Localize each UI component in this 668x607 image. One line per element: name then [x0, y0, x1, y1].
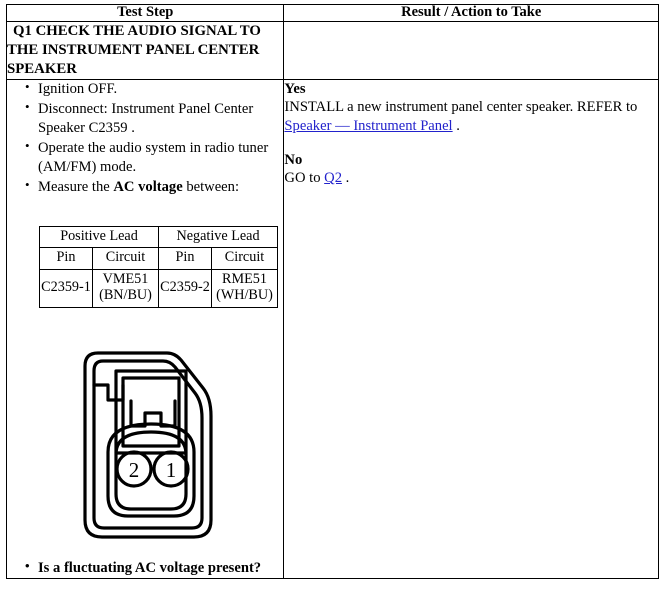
yes-label: Yes [284, 80, 306, 97]
pin-value-positive: C2359-1 [39, 269, 93, 309]
list-item: Measure the AC voltage between: [25, 177, 283, 197]
q1-title-cell: Q1 CHECK THE AUDIO SIGNAL TO THE INSTRUM… [5, 20, 285, 80]
test-question-list: Is a fluctuating AC voltage present? [7, 558, 283, 578]
pin-table-lead-header-row: Positive Lead Negative Lead [39, 225, 279, 249]
answer-spacer [284, 136, 658, 151]
step-text-1: Ignition OFF. [38, 80, 118, 97]
step-text-4-prefix: Measure the [38, 178, 114, 195]
pin-label-1: 1 [166, 458, 177, 482]
q1-title-line-3: SPEAKER [7, 60, 77, 77]
no-instruction: GO to Q2 . [284, 169, 658, 188]
list-item: Operate the audio system in radio tuner … [25, 138, 283, 177]
link-speaker-instrument-panel[interactable]: Speaker — Instrument Panel [284, 118, 452, 134]
list-item: Is a fluctuating AC voltage present? [25, 558, 283, 578]
pin-value-negative: C2359-2 [158, 269, 212, 309]
step-text-3: Operate the audio system in radio tuner … [38, 139, 269, 175]
no-label: No [284, 151, 303, 168]
link-q2[interactable]: Q2 [324, 170, 342, 186]
diagnostic-procedure-page: Test Step Result / Action to Take Q1 CHE… [0, 0, 668, 607]
pin-table-sub-header-row: Pin Circuit Pin Circuit [39, 247, 279, 271]
q1-title-line-2: THE INSTRUMENT PANEL CENTER [7, 41, 260, 58]
result-action-content: Yes INSTALL a new instrument panel cente… [283, 78, 659, 580]
step-text-2: Disconnect: Instrument Panel Center Spea… [38, 100, 254, 136]
q1-title-line-1: Q1 CHECK THE AUDIO SIGNAL TO [13, 22, 261, 39]
table-header-row: Test Step Result / Action to Take [5, 4, 659, 22]
diagnostic-table: Test Step Result / Action to Take Q1 CHE… [5, 4, 659, 580]
header-result-action: Result / Action to Take [283, 4, 659, 22]
connector-c2359-diagram: 2 1 [83, 351, 213, 539]
table-row: C2359-1 VME51 (BN/BU) C2359-2 RME51 (WH/… [39, 269, 279, 309]
pin-header-negative-lead: Negative Lead [157, 225, 279, 249]
circuit-value-positive: VME51 (BN/BU) [92, 269, 159, 309]
list-item: Disconnect: Instrument Panel Center Spea… [25, 99, 283, 138]
q1-title-row: Q1 CHECK THE AUDIO SIGNAL TO THE INSTRUM… [5, 20, 659, 80]
test-question-text: Is a fluctuating AC voltage present? [38, 560, 262, 577]
pin-header-positive-lead: Positive Lead [39, 225, 159, 249]
q1-title-right-empty [283, 20, 659, 80]
pin-subheader-pin-negative: Pin [158, 247, 212, 271]
test-step-content: Ignition OFF. Disconnect: Instrument Pan… [5, 78, 285, 580]
pin-circuit-table: Positive Lead Negative Lead Pin Circuit … [39, 225, 279, 309]
no-text-after: . [342, 170, 350, 187]
pin-label-2: 2 [129, 458, 140, 482]
header-test-step: Test Step [5, 4, 285, 22]
test-step-list: Ignition OFF. Disconnect: Instrument Pan… [7, 79, 283, 197]
pin-subheader-circuit-negative: Circuit [210, 247, 279, 271]
yes-text-before: INSTALL a new instrument panel center sp… [284, 99, 638, 116]
q1-body-row: Ignition OFF. Disconnect: Instrument Pan… [5, 78, 659, 580]
circuit-value-negative: RME51 (WH/BU) [210, 269, 279, 309]
yes-text-after: . [452, 118, 460, 135]
pin-table-wrapper: Positive Lead Negative Lead Pin Circuit … [7, 198, 283, 309]
yes-instruction: INSTALL a new instrument panel center sp… [284, 98, 658, 135]
list-item: Ignition OFF. [25, 79, 283, 99]
connector-illustration: 2 1 [7, 308, 283, 559]
step-text-4-suffix: between: [182, 178, 240, 195]
no-text-before: GO to [284, 170, 325, 187]
pin-subheader-pin-positive: Pin [39, 247, 93, 271]
pin-subheader-circuit-positive: Circuit [92, 247, 159, 271]
step-text-4-emphasis: AC voltage [113, 178, 183, 195]
